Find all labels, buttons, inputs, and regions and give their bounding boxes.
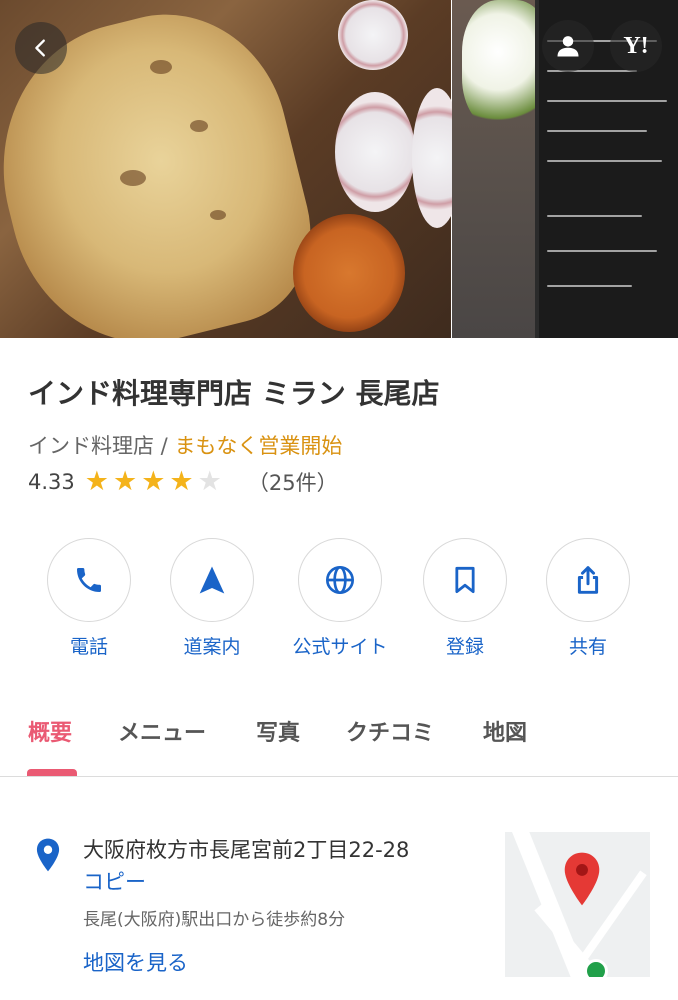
tab-map[interactable]: 地図 xyxy=(483,715,527,747)
action-bar: 電話 道案内 公式サイト 登録 共有 xyxy=(0,538,678,668)
access-info: 長尾(大阪府)駅出口から徒歩約8分 xyxy=(83,910,346,930)
board-text-line xyxy=(547,130,647,132)
plate-image xyxy=(335,92,415,212)
board-text-line xyxy=(547,285,632,287)
rating-row[interactable]: 4.33 ★ ★ ★ ★ ★ （25件） xyxy=(28,467,338,497)
phone-icon xyxy=(77,568,101,592)
share-button[interactable]: 共有 xyxy=(538,538,638,659)
share-icon xyxy=(577,566,599,594)
tab-reviews[interactable]: クチコミ xyxy=(346,715,434,747)
star-rating: ★ ★ ★ ★ ★ xyxy=(85,467,226,497)
category-label: インド料理店 xyxy=(28,434,154,458)
location-pin-icon xyxy=(36,838,60,872)
call-button[interactable]: 電話 xyxy=(39,538,139,659)
globe-icon xyxy=(326,566,354,594)
star-icon: ★ xyxy=(84,466,109,497)
yahoo-logo: Y! xyxy=(623,32,649,59)
website-label: 公式サイト xyxy=(292,636,388,658)
directions-button[interactable]: 道案内 xyxy=(162,538,262,659)
bookmark-label: 登録 xyxy=(445,636,484,658)
tab-photos[interactable]: 写真 xyxy=(256,715,300,747)
user-button[interactable] xyxy=(542,20,594,72)
station-marker-icon xyxy=(584,959,608,977)
rating-value: 4.33 xyxy=(28,470,75,494)
star-icon: ★ xyxy=(141,466,166,497)
naan-char-mark xyxy=(210,210,226,220)
directions-label: 道案内 xyxy=(183,636,241,658)
share-circle[interactable] xyxy=(546,538,630,622)
star-empty-icon: ★ xyxy=(197,466,222,497)
active-tab-indicator xyxy=(27,769,77,776)
view-map-link[interactable]: 地図を見る xyxy=(83,947,188,977)
navigation-arrow-icon xyxy=(199,566,225,594)
bookmark-icon xyxy=(455,566,475,594)
map-thumbnail[interactable] xyxy=(505,832,650,977)
bookmark-button[interactable]: 登録 xyxy=(415,538,515,659)
share-label: 共有 xyxy=(568,636,607,658)
user-icon xyxy=(557,36,579,57)
naan-char-mark xyxy=(120,170,146,186)
star-icon: ★ xyxy=(112,466,138,497)
directions-circle[interactable] xyxy=(170,538,254,622)
tab-bar: 概要 メニュー 写真 クチコミ 地図 xyxy=(0,705,678,777)
map-marker-icon xyxy=(564,852,600,906)
separator: / xyxy=(154,434,175,458)
board-text-line xyxy=(547,160,662,162)
website-button[interactable]: 公式サイト xyxy=(290,538,390,659)
board-text-line xyxy=(547,100,667,102)
curry-bowl-image xyxy=(293,214,405,332)
food-photo[interactable] xyxy=(0,0,462,338)
bookmark-circle[interactable] xyxy=(423,538,507,622)
naan-char-mark xyxy=(190,120,208,132)
call-circle[interactable] xyxy=(47,538,131,622)
small-bowl-image xyxy=(338,0,408,70)
chevron-left-icon xyxy=(35,39,45,57)
yahoo-logo-button[interactable]: Y! xyxy=(610,20,662,72)
board-text-line xyxy=(547,250,657,252)
tab-menu[interactable]: メニュー xyxy=(118,715,206,747)
tab-overview[interactable]: 概要 xyxy=(28,715,72,747)
address-text: 大阪府枚方市長尾宮前2丁目22-28 xyxy=(83,838,410,862)
shop-name: インド料理専門店 ミラン 長尾店 xyxy=(28,377,440,410)
copy-address-link[interactable]: コピー xyxy=(83,866,146,896)
photo-gallery[interactable]: Y! xyxy=(0,0,678,338)
call-label: 電話 xyxy=(69,636,108,658)
board-text-line xyxy=(547,215,642,217)
website-circle[interactable] xyxy=(298,538,382,622)
review-count[interactable]: （25件） xyxy=(248,467,338,497)
star-icon: ★ xyxy=(169,466,194,497)
back-button[interactable] xyxy=(15,22,67,74)
category-line: インド料理店 / まもなく営業開始 xyxy=(28,430,342,460)
opening-status: まもなく営業開始 xyxy=(174,434,343,458)
naan-char-mark xyxy=(150,60,172,74)
